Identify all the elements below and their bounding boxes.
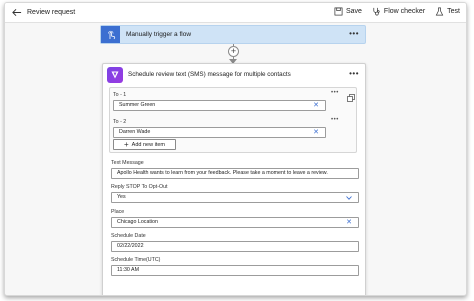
to-2-field[interactable]: Darren Wade ✕ — [113, 127, 326, 138]
trigger-card[interactable]: Manually trigger a flow ••• — [100, 25, 366, 44]
trigger-title: Manually trigger a flow — [126, 31, 192, 38]
add-new-item-button[interactable]: + Add new item — [113, 139, 176, 150]
insert-step-button[interactable]: + — [228, 46, 239, 57]
page-title: Review request — [27, 9, 76, 16]
text-message-label: Text Message — [111, 160, 144, 166]
to-1-more-menu[interactable]: ••• — [331, 90, 339, 96]
plus-icon: + — [124, 139, 129, 149]
schedule-date-value: 02/22/2022 — [117, 243, 144, 249]
flask-icon — [435, 7, 444, 16]
action-header[interactable]: Schedule review text (SMS) message for m… — [103, 64, 365, 86]
text-message-field[interactable]: Apollo Health wants to learn from your f… — [111, 168, 359, 179]
to-1-label: To - 1 — [113, 92, 127, 98]
action-icon-box — [107, 67, 123, 83]
schedule-time-field[interactable]: 11:30 AM — [111, 265, 359, 276]
save-icon — [334, 7, 343, 16]
flow-checker-label: Flow checker — [383, 8, 426, 15]
back-arrow-icon[interactable] — [11, 7, 22, 18]
save-label: Save — [345, 8, 362, 15]
to-2-label: To - 2 — [113, 119, 127, 125]
to-1-value: Summer Green — [119, 102, 156, 108]
stethoscope-icon — [373, 7, 380, 16]
copy-icon[interactable] — [347, 94, 355, 102]
action-card: Schedule review text (SMS) message for m… — [102, 63, 366, 295]
flow-checker-button[interactable]: Flow checker — [372, 7, 425, 16]
reply-stop-dropdown[interactable]: Yes — [111, 192, 359, 203]
to-2-more-menu[interactable]: ••• — [331, 117, 339, 123]
reply-stop-value: Yes — [117, 194, 126, 200]
action-title: Schedule review text (SMS) message for m… — [128, 71, 291, 78]
schedule-time-value: 11:30 AM — [117, 267, 139, 273]
schedule-date-label: Schedule Date — [111, 233, 146, 239]
clear-icon[interactable]: ✕ — [313, 101, 319, 110]
trigger-more-menu[interactable]: ••• — [349, 30, 359, 38]
place-label: Place — [111, 209, 125, 215]
test-button[interactable]: Test — [435, 7, 460, 16]
to-2-value: Darren Wade — [119, 129, 151, 135]
add-new-item-label: Add new item — [131, 141, 165, 148]
sms-app-icon — [111, 71, 119, 79]
action-more-menu[interactable]: ••• — [349, 70, 359, 78]
chevron-down-icon — [346, 196, 352, 200]
text-message-value: Apollo Health wants to learn from your f… — [117, 170, 328, 176]
clear-icon[interactable]: ✕ — [346, 218, 352, 227]
reply-stop-label: Reply STOP To Opt-Out — [111, 184, 168, 190]
trigger-icon-box — [101, 26, 120, 43]
clear-icon[interactable]: ✕ — [313, 128, 319, 137]
hand-touch-icon — [107, 30, 115, 39]
schedule-time-label: Schedule Time(UTC) — [111, 257, 161, 263]
save-button[interactable]: Save — [334, 7, 362, 16]
to-1-field[interactable]: Summer Green ✕ — [113, 100, 326, 111]
schedule-date-field[interactable]: 02/22/2022 — [111, 241, 359, 252]
place-value: Chicago Location — [117, 219, 158, 225]
top-bar: Review request Save Flow checker Test — [5, 3, 466, 23]
flow-canvas: Manually trigger a flow ••• + Schedule r… — [5, 23, 466, 295]
test-label: Test — [447, 8, 460, 15]
app-window: Review request Save Flow checker Test Ma… — [4, 2, 467, 296]
toolbar-actions: Save Flow checker Test — [334, 7, 460, 16]
place-field[interactable]: Chicago Location ✕ — [111, 217, 359, 228]
to-repeat-group: To - 1 Summer Green ✕ ••• To - 2 Darren … — [109, 87, 357, 153]
